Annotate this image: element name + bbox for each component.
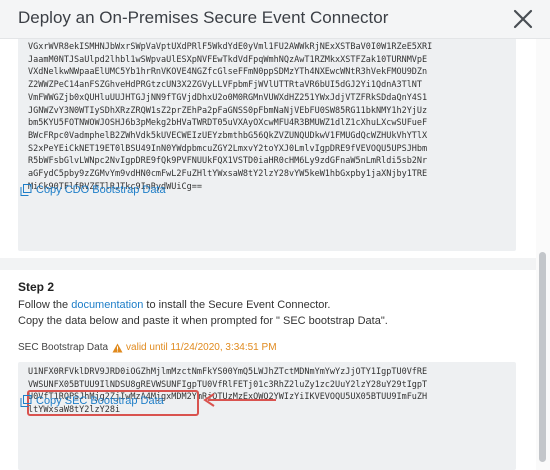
deploy-sec-dialog: Deploy an On-Premises Secure Event Conne… bbox=[0, 0, 550, 470]
scrollbar-thumb[interactable] bbox=[539, 252, 546, 462]
validity-badge: valid until 11/24/2020, 3:34:51 PM bbox=[112, 342, 277, 353]
cdo-bootstrap-code: VGxrWVR8ekISMHNJbWxrSWpVaVptUXdPRlF5WkdY… bbox=[28, 41, 508, 193]
cdo-line: S2xPeYEiCkNET19ET0lBSU49InN0YWdpbmcuZGY2… bbox=[28, 143, 428, 154]
section-divider bbox=[0, 258, 536, 270]
copy-icon bbox=[20, 184, 32, 196]
copy-cdo-label: Copy CDO Bootstrap Data bbox=[36, 184, 166, 196]
sec-line: U1NFX0RFVklDRV9JRD0iOGZhMjlmMzctNmFkYS00… bbox=[28, 367, 428, 377]
validity-text: valid until 11/24/2020, 3:34:51 PM bbox=[126, 342, 277, 353]
cdo-bootstrap-box: VGxrWVR8ekISMHNJbWxrSWpVaVptUXdPRlF5WkdY… bbox=[18, 39, 516, 251]
cdo-line: Z2WWZPeC14anFSZGhveHdPRGtzcUN3X2ZGVyLLVF… bbox=[28, 80, 423, 91]
warning-icon bbox=[112, 343, 123, 352]
step-instruction-1: Follow the documentation to install the … bbox=[18, 299, 330, 311]
cdo-line: VXdNelkwNWpaaElUMC5Yb1hrRnVKOVE4NGZfcGls… bbox=[28, 67, 428, 78]
step-instruction-prefix: Follow the bbox=[18, 299, 72, 311]
step-instruction-suffix: to install the Secure Event Connector. bbox=[143, 299, 331, 311]
pointer-arrow-icon bbox=[203, 393, 276, 407]
cdo-line: BWcFRpc0VadmphelB2ZWhVdk5kUVECWEIzUEYzbm… bbox=[28, 130, 428, 141]
cdo-line: VGxrWVR8ekISMHNJbWxrSWpVaVptUXdPRlF5WkdY… bbox=[28, 42, 433, 52]
close-icon[interactable] bbox=[512, 8, 534, 30]
documentation-link[interactable]: documentation bbox=[71, 299, 143, 311]
cdo-line: bm5KYU5FOTNWOWJOSHJ6b3pMekg2bHVaTWRDT05u… bbox=[28, 118, 428, 129]
step-instruction-2: Copy the data below and paste it when pr… bbox=[18, 315, 388, 327]
step-title: Step 2 bbox=[18, 280, 55, 294]
cdo-line: aGFydC5pby9zZGMvYm9vdHN0cmFwL2FuZHltYWxs… bbox=[28, 169, 428, 180]
dialog-header: Deploy an On-Premises Secure Event Conne… bbox=[0, 0, 550, 39]
copy-sec-bootstrap-button[interactable]: Copy SEC Bootstrap Data bbox=[20, 395, 164, 407]
copy-sec-label: Copy SEC Bootstrap Data bbox=[36, 395, 164, 407]
dialog-title: Deploy an On-Premises Secure Event Conne… bbox=[18, 8, 389, 27]
cdo-line: R5bWFsbGlvLWNpc2NvIgpDRE9fQk9PVFNUUkFQX1… bbox=[28, 156, 428, 167]
sec-bootstrap-label: SEC Bootstrap Data bbox=[18, 342, 109, 353]
copy-icon bbox=[20, 395, 32, 407]
cdo-line: JaamM0NTJSaUlpd2lhbl1wSWpvaUlESXpNVFEwTk… bbox=[28, 54, 428, 65]
cdo-line: VmFWWGZjb0xQUHluUUJHTGJjNN9fTGVjdDhxU2o0… bbox=[28, 92, 428, 103]
sec-bootstrap-label-row: SEC Bootstrap Data valid until 11/24/202… bbox=[18, 342, 277, 353]
copy-cdo-bootstrap-button[interactable]: Copy CDO Bootstrap Data bbox=[20, 184, 166, 196]
sec-bootstrap-box: U1NFX0RFVklDRV9JRD0iOGZhMjlmMzctNmFkYS00… bbox=[18, 362, 516, 470]
cdo-line: JGNWZvY3N0WTIySDhXRzZRQW1sZ2prZEhPa2pFaG… bbox=[28, 105, 428, 116]
